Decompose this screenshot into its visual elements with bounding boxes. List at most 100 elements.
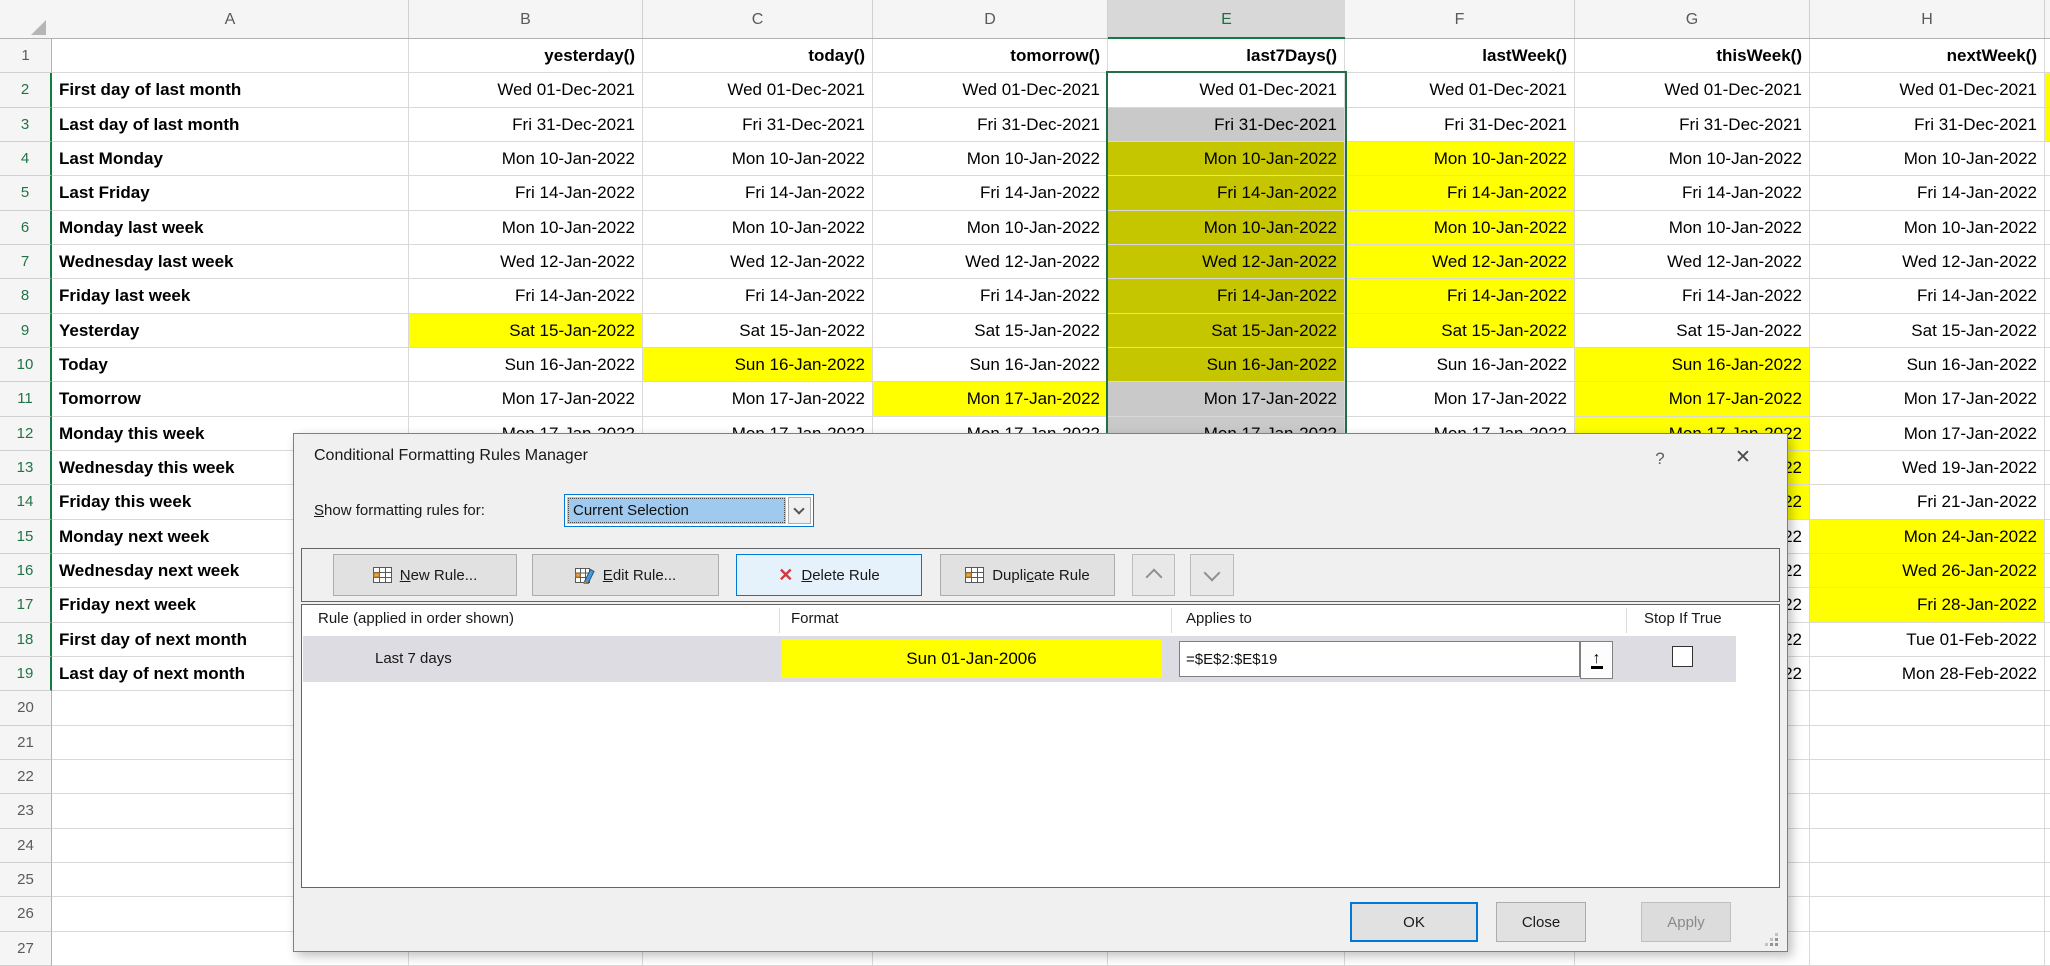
cell-I18[interactable] <box>2045 623 2050 657</box>
row-header-4[interactable]: 4 <box>0 142 52 176</box>
cell-A6[interactable]: Monday last week <box>52 211 409 245</box>
cell-B1[interactable]: yesterday() <box>409 39 643 73</box>
cell-D6[interactable]: Mon 10-Jan-2022 <box>873 211 1108 245</box>
cell-A2[interactable]: First day of last month <box>52 73 409 107</box>
cell-E8[interactable]: Fri 14-Jan-2022 <box>1108 279 1345 313</box>
resize-grip[interactable] <box>1775 943 1778 946</box>
cell-A1[interactable] <box>52 39 409 73</box>
cell-C3[interactable]: Fri 31-Dec-2021 <box>643 108 873 142</box>
cell-H5[interactable]: Fri 14-Jan-2022 <box>1810 176 2045 210</box>
row-header-11[interactable]: 11 <box>0 382 52 416</box>
cell-G4[interactable]: Mon 10-Jan-2022 <box>1575 142 1810 176</box>
cell-H16[interactable]: Wed 26-Jan-2022 <box>1810 554 2045 588</box>
row-header-12[interactable]: 12 <box>0 417 52 451</box>
cell-F4[interactable]: Mon 10-Jan-2022 <box>1345 142 1575 176</box>
row-header-3[interactable]: 3 <box>0 108 52 142</box>
cell-I21[interactable] <box>2045 726 2050 760</box>
cell-H10[interactable]: Sun 16-Jan-2022 <box>1810 348 2045 382</box>
cell-C6[interactable]: Mon 10-Jan-2022 <box>643 211 873 245</box>
cell-G9[interactable]: Sat 15-Jan-2022 <box>1575 314 1810 348</box>
cell-F8[interactable]: Fri 14-Jan-2022 <box>1345 279 1575 313</box>
row-header-13[interactable]: 13 <box>0 451 52 485</box>
select-all-corner[interactable] <box>31 20 46 35</box>
cell-H24[interactable] <box>1810 829 2045 863</box>
delete-rule-button[interactable]: ✕ Delete Rule <box>736 554 922 596</box>
cell-C4[interactable]: Mon 10-Jan-2022 <box>643 142 873 176</box>
row-header-15[interactable]: 15 <box>0 520 52 554</box>
cell-A9[interactable]: Yesterday <box>52 314 409 348</box>
row-header-21[interactable]: 21 <box>0 726 52 760</box>
row-header-2[interactable]: 2 <box>0 73 52 107</box>
cell-B4[interactable]: Mon 10-Jan-2022 <box>409 142 643 176</box>
cell-F11[interactable]: Mon 17-Jan-2022 <box>1345 382 1575 416</box>
dropdown-arrow-button[interactable] <box>788 497 811 524</box>
move-rule-up-button[interactable] <box>1132 554 1175 596</box>
cell-B9[interactable]: Sat 15-Jan-2022 <box>409 314 643 348</box>
show-rules-dropdown[interactable]: Current Selection <box>564 494 814 527</box>
cell-D4[interactable]: Mon 10-Jan-2022 <box>873 142 1108 176</box>
row-header-18[interactable]: 18 <box>0 623 52 657</box>
cell-D7[interactable]: Wed 12-Jan-2022 <box>873 245 1108 279</box>
row-header-23[interactable]: 23 <box>0 794 52 828</box>
cell-H3[interactable]: Fri 31-Dec-2021 <box>1810 108 2045 142</box>
cell-H8[interactable]: Fri 14-Jan-2022 <box>1810 279 2045 313</box>
cell-C8[interactable]: Fri 14-Jan-2022 <box>643 279 873 313</box>
duplicate-rule-button[interactable]: Duplicate Rule <box>940 554 1115 596</box>
row-header-5[interactable]: 5 <box>0 176 52 210</box>
cell-I25[interactable] <box>2045 863 2050 897</box>
new-rule-button[interactable]: New Rule... <box>333 554 517 596</box>
cell-A3[interactable]: Last day of last month <box>52 108 409 142</box>
cell-F6[interactable]: Mon 10-Jan-2022 <box>1345 211 1575 245</box>
cell-G1[interactable]: thisWeek() <box>1575 39 1810 73</box>
cell-B3[interactable]: Fri 31-Dec-2021 <box>409 108 643 142</box>
cell-I2[interactable] <box>2045 73 2050 107</box>
cell-B5[interactable]: Fri 14-Jan-2022 <box>409 176 643 210</box>
stop-if-true-checkbox[interactable] <box>1672 646 1693 667</box>
cell-E7[interactable]: Wed 12-Jan-2022 <box>1108 245 1345 279</box>
cell-G7[interactable]: Wed 12-Jan-2022 <box>1575 245 1810 279</box>
cell-H22[interactable] <box>1810 760 2045 794</box>
cell-I1[interactable] <box>2045 39 2050 73</box>
cell-I27[interactable] <box>2045 932 2050 966</box>
applies-to-input[interactable] <box>1179 641 1580 677</box>
cell-H12[interactable]: Mon 17-Jan-2022 <box>1810 417 2045 451</box>
col-header-B[interactable]: B <box>409 0 643 38</box>
collapse-dialog-range-button[interactable]: ↑ <box>1580 641 1613 679</box>
cell-F9[interactable]: Sat 15-Jan-2022 <box>1345 314 1575 348</box>
cell-H15[interactable]: Mon 24-Jan-2022 <box>1810 520 2045 554</box>
cell-H27[interactable] <box>1810 932 2045 966</box>
cell-C7[interactable]: Wed 12-Jan-2022 <box>643 245 873 279</box>
col-header-A[interactable]: A <box>52 0 409 38</box>
move-rule-down-button[interactable] <box>1190 554 1234 596</box>
cell-A10[interactable]: Today <box>52 348 409 382</box>
cell-H17[interactable]: Fri 28-Jan-2022 <box>1810 588 2045 622</box>
row-header-19[interactable]: 19 <box>0 657 52 691</box>
cell-D8[interactable]: Fri 14-Jan-2022 <box>873 279 1108 313</box>
row-header-22[interactable]: 22 <box>0 760 52 794</box>
row-header-25[interactable]: 25 <box>0 863 52 897</box>
col-header-D[interactable]: D <box>873 0 1108 38</box>
cell-B7[interactable]: Wed 12-Jan-2022 <box>409 245 643 279</box>
cell-E10[interactable]: Sun 16-Jan-2022 <box>1108 348 1345 382</box>
row-header-17[interactable]: 17 <box>0 588 52 622</box>
cell-H7[interactable]: Wed 12-Jan-2022 <box>1810 245 2045 279</box>
help-icon[interactable]: ? <box>1646 445 1674 473</box>
cell-C2[interactable]: Wed 01-Dec-2021 <box>643 73 873 107</box>
cell-I22[interactable] <box>2045 760 2050 794</box>
ok-button[interactable]: OK <box>1350 902 1478 942</box>
cell-G10[interactable]: Sun 16-Jan-2022 <box>1575 348 1810 382</box>
cell-E6[interactable]: Mon 10-Jan-2022 <box>1108 211 1345 245</box>
cell-B8[interactable]: Fri 14-Jan-2022 <box>409 279 643 313</box>
cell-I4[interactable] <box>2045 142 2050 176</box>
cell-H21[interactable] <box>1810 726 2045 760</box>
cell-E11[interactable]: Mon 17-Jan-2022 <box>1108 382 1345 416</box>
col-header-C[interactable]: C <box>643 0 873 38</box>
cell-A11[interactable]: Tomorrow <box>52 382 409 416</box>
cell-G3[interactable]: Fri 31-Dec-2021 <box>1575 108 1810 142</box>
cell-H23[interactable] <box>1810 794 2045 828</box>
row-header-9[interactable]: 9 <box>0 314 52 348</box>
cell-A4[interactable]: Last Monday <box>52 142 409 176</box>
edit-rule-button[interactable]: Edit Rule... <box>532 554 719 596</box>
col-header-G[interactable]: G <box>1575 0 1810 38</box>
cell-B11[interactable]: Mon 17-Jan-2022 <box>409 382 643 416</box>
